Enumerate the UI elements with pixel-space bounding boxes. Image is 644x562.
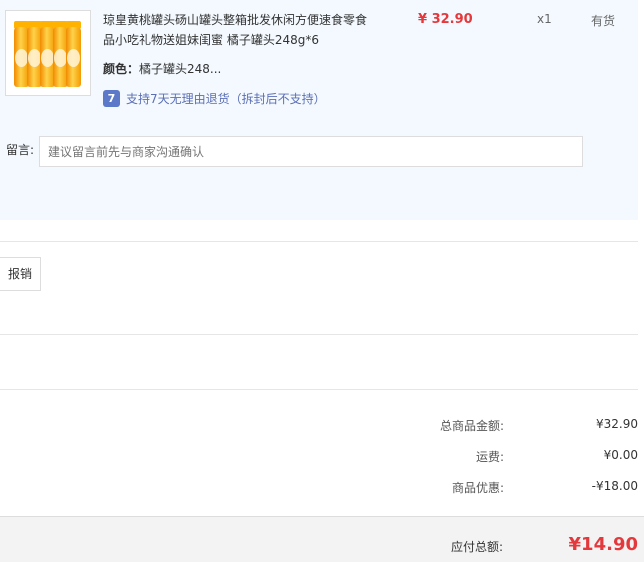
goods-total-row: 总商品金额: ¥32.90: [0, 417, 638, 437]
reimbursement-button[interactable]: 报销: [0, 257, 41, 291]
color-value: 橘子罐头248...: [139, 62, 222, 76]
goods-total-label: 总商品金额:: [439, 419, 504, 433]
discount-row: 商品优惠: -¥18.00: [0, 479, 638, 499]
order-item-block: 琼皇黄桃罐头砀山罐头整箱批发休闲方便速食零食品小吃礼物送姐妹闺蜜 橘子罐头248…: [0, 0, 638, 220]
goods-total-value: ¥32.90: [596, 417, 638, 431]
product-title[interactable]: 琼皇黄桃罐头砀山罐头整箱批发休闲方便速食零食品小吃礼物送姐妹闺蜜 橘子罐头248…: [103, 10, 368, 50]
product-price: ¥ 32.90: [418, 12, 473, 27]
shipping-label: 运费:: [475, 450, 504, 464]
divider: [0, 241, 638, 242]
shipping-row: 运费: ¥0.00: [0, 448, 638, 468]
total-value: ¥14.90: [568, 534, 638, 555]
shipping-value: ¥0.00: [603, 448, 638, 462]
return-policy: 7 支持7天无理由退货（拆封后不支持）: [103, 90, 326, 107]
color-spec: 颜色：橘子罐头248...: [103, 60, 221, 77]
product-thumbnail[interactable]: [5, 10, 91, 96]
color-label: 颜色：: [103, 62, 140, 76]
message-label: 留言:: [6, 143, 35, 157]
discount-label: 商品优惠:: [451, 481, 504, 495]
total-label: 应付总额:: [450, 540, 503, 554]
divider: [0, 389, 638, 390]
total-bar: 应付总额: ¥14.90: [0, 516, 644, 562]
product-quantity: x1: [537, 12, 552, 26]
jar-label-shape: [67, 49, 80, 67]
seven-day-return-icon: 7: [103, 90, 120, 107]
message-input[interactable]: [39, 136, 583, 167]
divider: [0, 334, 638, 335]
return-policy-text: 支持7天无理由退货（拆封后不支持）: [126, 92, 326, 106]
stock-status: 有货: [591, 14, 616, 28]
discount-value: -¥18.00: [591, 479, 638, 493]
